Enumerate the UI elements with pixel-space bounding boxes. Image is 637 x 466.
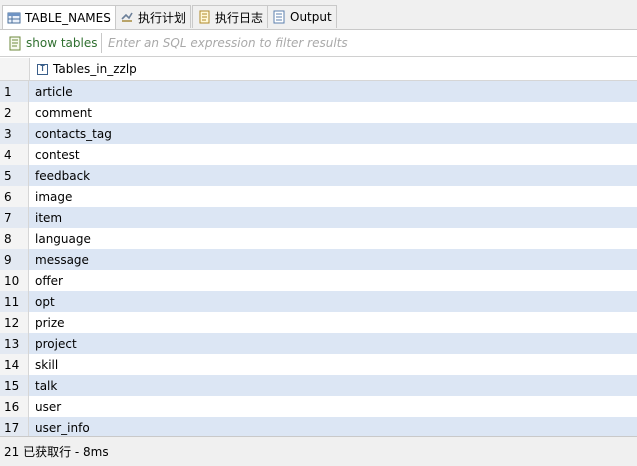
row-number: 1 (0, 81, 29, 102)
toolbar-divider (101, 33, 102, 53)
row-number: 5 (0, 165, 29, 186)
execution-log-icon (197, 10, 211, 24)
table-row[interactable]: 16 user (0, 396, 637, 417)
table-row[interactable]: 8 language (0, 228, 637, 249)
grid-header: T Tables_in_zzlp (0, 58, 637, 81)
row-number-header[interactable] (0, 58, 30, 80)
table-row[interactable]: 6 image (0, 186, 637, 207)
table-row[interactable]: 1 article (0, 81, 637, 102)
row-number: 16 (0, 396, 29, 417)
table-row[interactable]: 7 item (0, 207, 637, 228)
sql-query-label[interactable]: show tables (26, 36, 97, 50)
row-number: 6 (0, 186, 29, 207)
sql-script-icon (9, 36, 22, 54)
table-row[interactable]: 11 opt (0, 291, 637, 312)
row-number: 4 (0, 144, 29, 165)
result-tab-bar: TABLE_NAMES 执行计划 执行日志 Output (0, 0, 637, 30)
text-type-icon: T (37, 63, 48, 75)
table-cell[interactable]: skill (29, 358, 58, 372)
table-row[interactable]: 10 offer (0, 270, 637, 291)
table-cell[interactable]: offer (29, 274, 63, 288)
table-row[interactable]: 5 feedback (0, 165, 637, 186)
table-cell[interactable]: message (29, 253, 89, 267)
table-row[interactable]: 2 comment (0, 102, 637, 123)
tab-label: Output (290, 10, 332, 24)
table-cell[interactable]: talk (29, 379, 57, 393)
table-cell[interactable]: item (29, 211, 62, 225)
explain-plan-icon (120, 10, 134, 24)
tab-label: TABLE_NAMES (25, 10, 111, 25)
table-cell[interactable]: comment (29, 106, 92, 120)
row-number: 3 (0, 123, 29, 144)
table-cell[interactable]: feedback (29, 169, 90, 183)
table-cell[interactable]: contacts_tag (29, 127, 112, 141)
table-cell[interactable]: language (29, 232, 91, 246)
column-header-label: Tables_in_zzlp (53, 62, 137, 76)
status-bar: 21 已获取行 - 8ms (0, 436, 637, 466)
row-number: 11 (0, 291, 29, 312)
row-number: 14 (0, 354, 29, 375)
table-row[interactable]: 3 contacts_tag (0, 123, 637, 144)
table-row[interactable]: 9 message (0, 249, 637, 270)
row-number: 15 (0, 375, 29, 396)
table-grid-icon (7, 11, 21, 25)
tab-table-names[interactable]: TABLE_NAMES (2, 5, 116, 29)
tab-output[interactable]: Output (267, 5, 337, 28)
row-number: 10 (0, 270, 29, 291)
table-cell[interactable]: contest (29, 148, 80, 162)
table-cell[interactable]: prize (29, 316, 65, 330)
output-icon (272, 10, 286, 24)
grid-rows: 1 article 2 comment 3 contacts_tag 4 contest… (0, 81, 637, 438)
table-row[interactable]: 17 user_info (0, 417, 637, 438)
tab-label: 执行日志 (215, 10, 264, 25)
row-number: 13 (0, 333, 29, 354)
table-row[interactable]: 13 project (0, 333, 637, 354)
column-header[interactable]: T Tables_in_zzlp (37, 58, 137, 80)
table-cell[interactable]: project (29, 337, 77, 351)
row-number: 8 (0, 228, 29, 249)
table-cell[interactable]: article (29, 85, 73, 99)
row-number: 7 (0, 207, 29, 228)
table-cell[interactable]: user (29, 400, 61, 414)
table-row[interactable]: 14 skill (0, 354, 637, 375)
row-number: 12 (0, 312, 29, 333)
table-row[interactable]: 15 talk (0, 375, 637, 396)
row-number: 9 (0, 249, 29, 270)
table-cell[interactable]: user_info (29, 421, 90, 435)
table-cell[interactable]: opt (29, 295, 55, 309)
tab-execution-log[interactable]: 执行日志 (192, 5, 269, 28)
row-number: 17 (0, 417, 29, 438)
table-cell[interactable]: image (29, 190, 72, 204)
row-number: 2 (0, 102, 29, 123)
table-row[interactable]: 4 contest (0, 144, 637, 165)
tab-label: 执行计划 (138, 10, 187, 25)
table-row[interactable]: 12 prize (0, 312, 637, 333)
status-text: 21 已获取行 - 8ms (4, 445, 109, 459)
tab-explain-plan[interactable]: 执行计划 (115, 5, 192, 28)
filter-input[interactable] (104, 33, 637, 53)
